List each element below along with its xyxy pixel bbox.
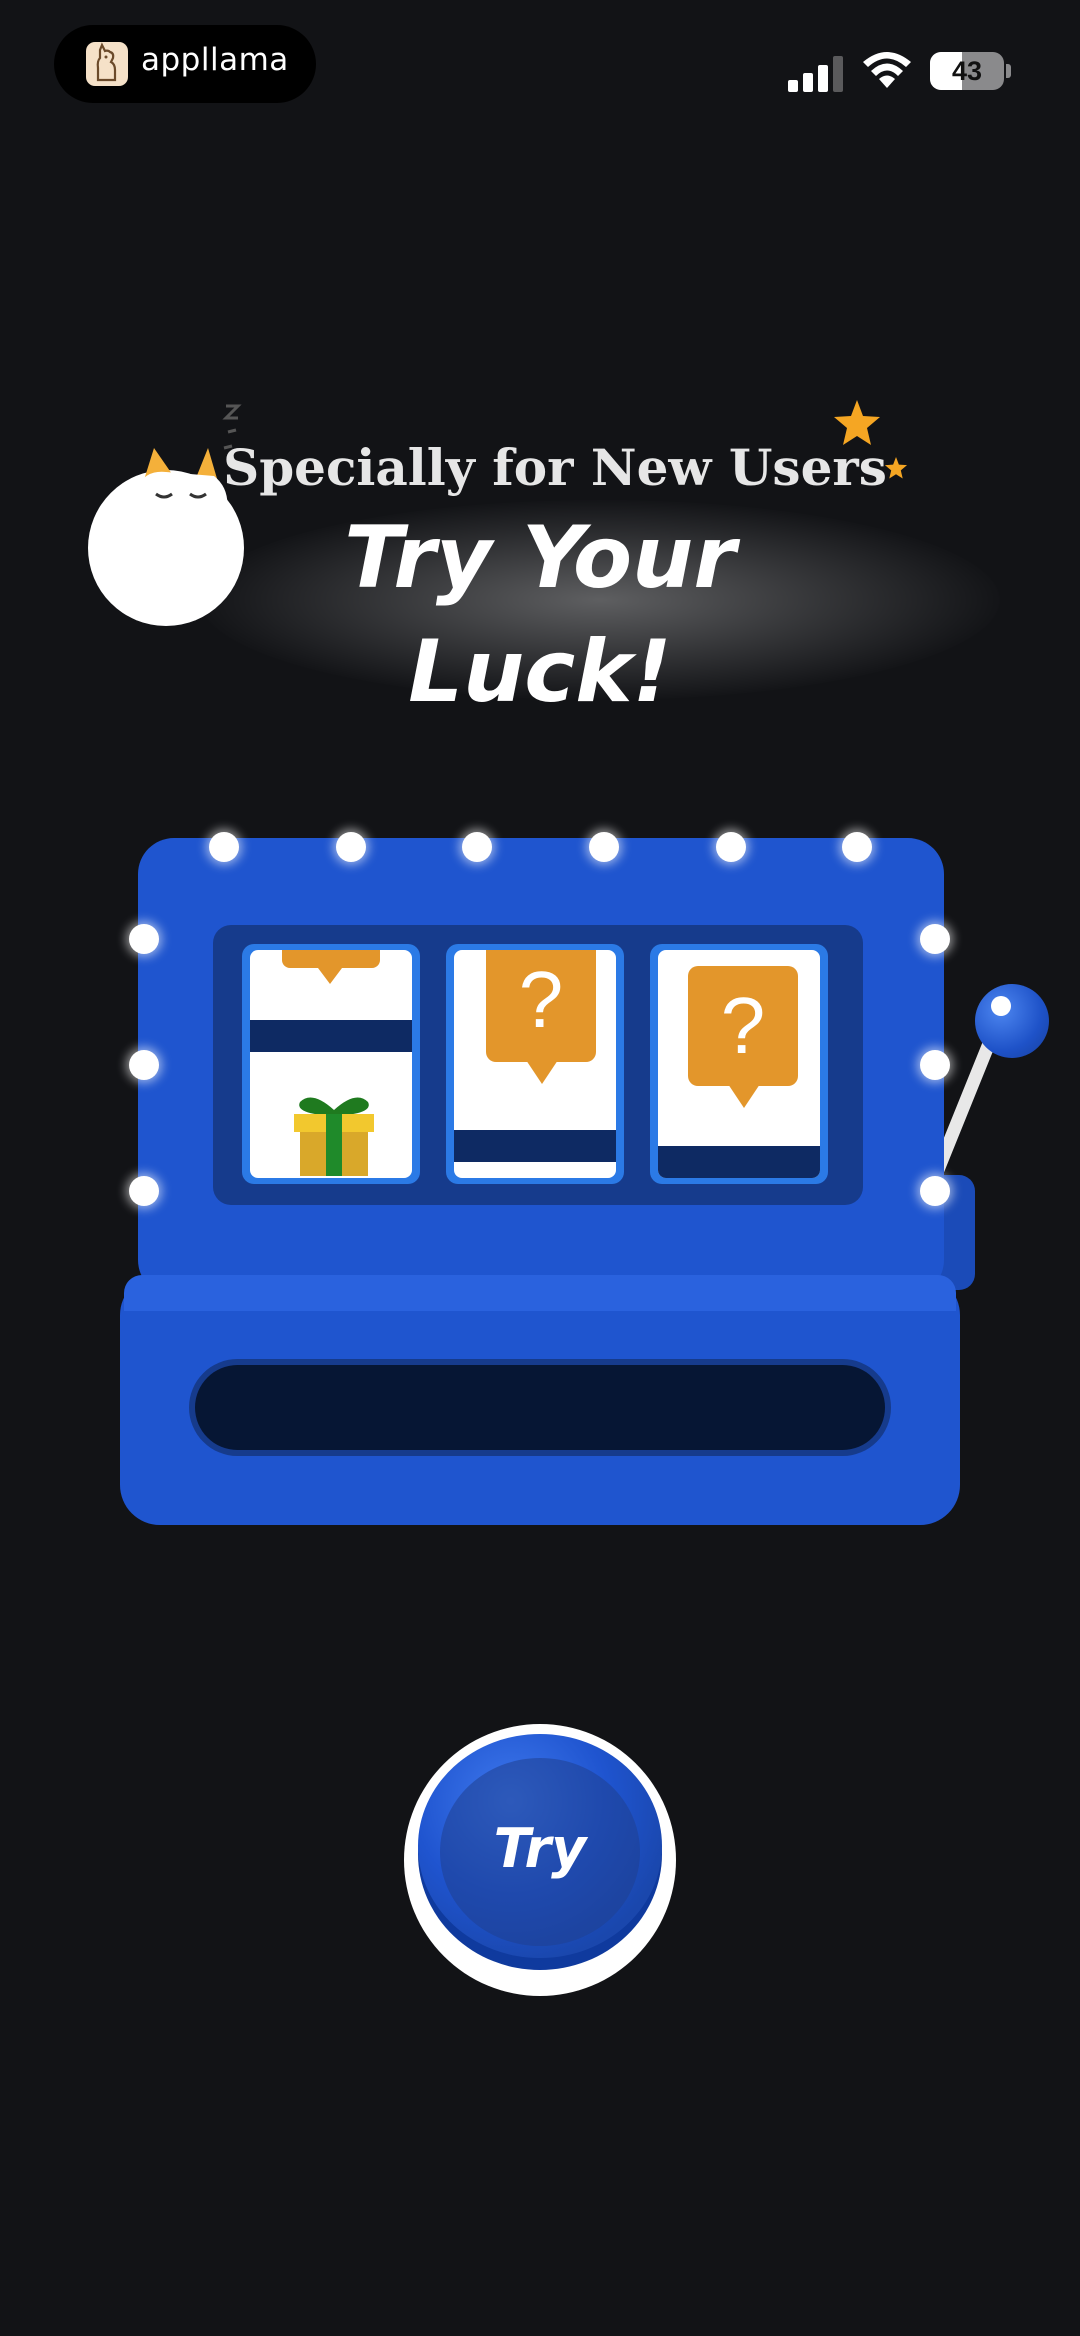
light-bulb [589, 832, 619, 862]
battery-tip [1006, 64, 1011, 78]
bubble-tail [318, 968, 342, 984]
light-bulb [842, 832, 872, 862]
app-badge[interactable]: appllama [54, 25, 316, 103]
light-bulb [129, 1176, 159, 1206]
light-bulb [462, 832, 492, 862]
question-icon: ? [486, 950, 596, 1084]
prize-slot [195, 1365, 885, 1450]
reel-band [454, 1130, 616, 1162]
promo-title-line1: Try Your [344, 508, 736, 608]
light-bulb [336, 832, 366, 862]
light-bulb [129, 924, 159, 954]
gift-icon [288, 1088, 380, 1178]
reel-3: ? [650, 944, 828, 1184]
promo-title-line2: Luck! [408, 622, 672, 722]
promo-subtitle: Specially for New Users [223, 438, 887, 497]
wifi-icon [862, 52, 912, 94]
try-button[interactable]: Try [404, 1724, 676, 1996]
light-bulb [716, 832, 746, 862]
base-highlight [124, 1275, 956, 1311]
question-icon: ? [688, 966, 798, 1108]
battery-icon: 43 [930, 52, 1004, 90]
light-bulb [920, 1176, 950, 1206]
battery-level: 43 [951, 56, 983, 86]
reel-2: ? [446, 944, 624, 1184]
bubble-fragment [282, 950, 380, 968]
try-button-label: Try [493, 1817, 587, 1880]
llama-logo-icon [86, 42, 128, 86]
light-bulb [129, 1050, 159, 1080]
light-bulb [920, 924, 950, 954]
app-name: appllama [141, 42, 289, 78]
lever-knob[interactable] [975, 984, 1049, 1058]
reel-band [250, 1020, 412, 1052]
light-bulb [209, 832, 239, 862]
reel-1 [242, 944, 420, 1184]
reel-band [658, 1146, 820, 1178]
cellular-signal-icon [788, 56, 846, 96]
light-bulb [920, 1050, 950, 1080]
